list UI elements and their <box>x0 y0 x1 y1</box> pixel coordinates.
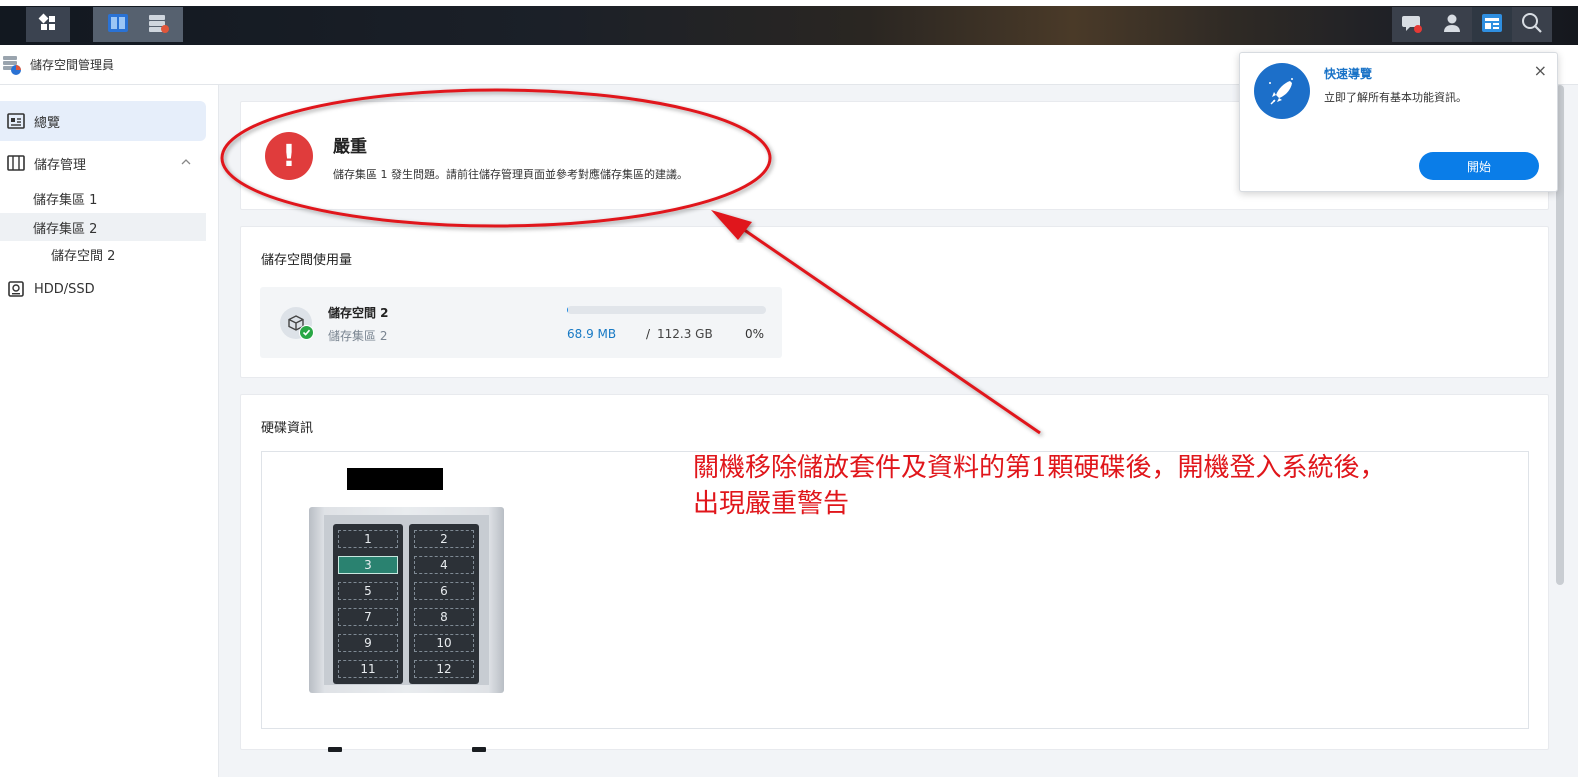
sidebar-item-pool-1[interactable]: 儲存集區 1 <box>33 185 97 211</box>
drive-bay-7[interactable]: 7 <box>338 608 398 626</box>
drive-bay-5[interactable]: 5 <box>338 582 398 600</box>
volume-name: 儲存空間 2 <box>328 306 389 320</box>
widgets-button[interactable] <box>1472 7 1512 42</box>
open-apps-group <box>93 7 183 42</box>
usage-percent: 0% <box>745 327 765 341</box>
overview-icon <box>7 112 25 130</box>
user-icon <box>1442 13 1462 37</box>
storage-pool-taskbar-button[interactable] <box>138 10 178 40</box>
disk-stack-icon <box>146 11 170 39</box>
taskbar <box>0 0 1578 45</box>
storage-manager-app-icon <box>2 54 22 76</box>
drive-bay-8[interactable]: 8 <box>414 608 474 626</box>
quick-guide-description: 立即了解所有基本功能資訊。 <box>1324 91 1467 104</box>
drive-bay-10[interactable]: 10 <box>414 634 474 652</box>
sidebar: 總覽 儲存管理 儲存集區 1 儲存集區 2 儲存空間 2 HDD/SSD <box>0 85 219 777</box>
rocket-icon <box>1254 63 1310 119</box>
sidebar-item-label: 儲存空間 2 <box>51 248 116 264</box>
sidebar-item-pool-2[interactable]: 儲存集區 2 <box>0 213 206 241</box>
quick-guide-popup: 快速導覽 立即了解所有基本功能資訊。 × 開始 <box>1239 52 1558 192</box>
sidebar-item-label: HDD/SSD <box>34 281 95 297</box>
annotation-text: 關機移除儲放套件及資料的第1顆硬碟後，開機登入系統後，出現嚴重警告 <box>693 453 1386 519</box>
usage-progress-fill <box>567 306 568 314</box>
bay-column-left: 1 3 5 7 9 11 <box>333 524 403 684</box>
disk-info-heading: 硬碟資訊 <box>261 421 314 436</box>
taskbar-top-strip <box>0 0 1578 6</box>
usage-heading: 儲存空間使用量 <box>261 253 353 268</box>
hdd-icon <box>7 280 25 298</box>
sidebar-item-volume-2[interactable]: 儲存空間 2 <box>51 241 115 267</box>
drive-bay-11[interactable]: 11 <box>338 660 398 678</box>
healthy-check-icon <box>299 325 314 340</box>
drive-bay-12[interactable]: 12 <box>414 660 474 678</box>
close-icon[interactable]: × <box>1534 61 1547 80</box>
usage-progress-bar <box>567 306 766 314</box>
search-icon <box>1521 12 1543 38</box>
device-foot <box>472 747 486 752</box>
storage-usage-card: 儲存空間使用量 儲存空間 2 儲存集區 2 68.9 MB / 112.3 GB… <box>240 226 1549 378</box>
chat-notification-icon <box>1401 12 1423 38</box>
start-button[interactable]: 開始 <box>1419 152 1539 180</box>
sidebar-item-hdd-ssd[interactable]: HDD/SSD <box>0 275 95 303</box>
nas-device-illustration: 1 3 5 7 9 11 2 4 6 8 10 12 <box>309 507 504 752</box>
drive-bay-2[interactable]: 2 <box>414 530 474 548</box>
window-title: 儲存空間管理員 <box>30 58 115 72</box>
taskbar-tray <box>1392 7 1552 42</box>
main-menu-button[interactable] <box>26 7 70 42</box>
status-title: 嚴重 <box>333 137 367 157</box>
drive-bay-9[interactable]: 9 <box>338 634 398 652</box>
sidebar-item-label: 總覽 <box>34 115 61 131</box>
quick-guide-title: 快速導覽 <box>1324 67 1373 81</box>
storage-management-icon <box>7 154 25 172</box>
main-menu-icon <box>38 13 58 37</box>
search-button[interactable] <box>1512 7 1552 42</box>
drive-bay-1[interactable]: 1 <box>338 530 398 548</box>
widget-panel-icon <box>1481 12 1503 38</box>
sidebar-item-label: 儲存集區 1 <box>33 192 98 208</box>
notifications-button[interactable] <box>1392 7 1432 42</box>
status-description: 儲存集區 1 發生問題。請前往儲存管理頁面並參考對應儲存集區的建議。 <box>333 168 688 181</box>
sidebar-item-storage-management[interactable]: 儲存管理 <box>0 149 206 177</box>
drive-bay-6[interactable]: 6 <box>414 582 474 600</box>
device-foot <box>328 747 342 752</box>
storage-manager-taskbar-button[interactable] <box>98 10 138 40</box>
nas-front-panel: 1 3 5 7 9 11 2 4 6 8 10 12 <box>324 515 489 685</box>
chevron-up-icon[interactable] <box>180 156 192 172</box>
capacity-separator: / <box>646 327 651 341</box>
sidebar-item-overview[interactable]: 總覽 <box>0 101 206 141</box>
storage-manager-icon <box>106 11 130 39</box>
drive-bay-4[interactable]: 4 <box>414 556 474 574</box>
critical-alert-icon: ! <box>265 132 313 180</box>
sidebar-item-label: 儲存管理 <box>34 157 87 173</box>
device-model-redacted <box>347 468 443 490</box>
bay-column-right: 2 4 6 8 10 12 <box>409 524 479 684</box>
sidebar-item-label: 儲存集區 2 <box>33 221 98 237</box>
used-capacity: 68.9 MB <box>567 327 617 341</box>
disk-info-card: 硬碟資訊 1 3 5 7 9 11 2 4 6 8 10 12 <box>240 394 1549 752</box>
volume-pool-name: 儲存集區 2 <box>328 329 388 343</box>
drive-bay-3[interactable]: 3 <box>338 556 398 574</box>
user-button[interactable] <box>1432 7 1472 42</box>
total-capacity: 112.3 GB <box>657 327 713 341</box>
volume-usage-row[interactable]: 儲存空間 2 儲存集區 2 68.9 MB / 112.3 GB 0% <box>260 287 782 358</box>
